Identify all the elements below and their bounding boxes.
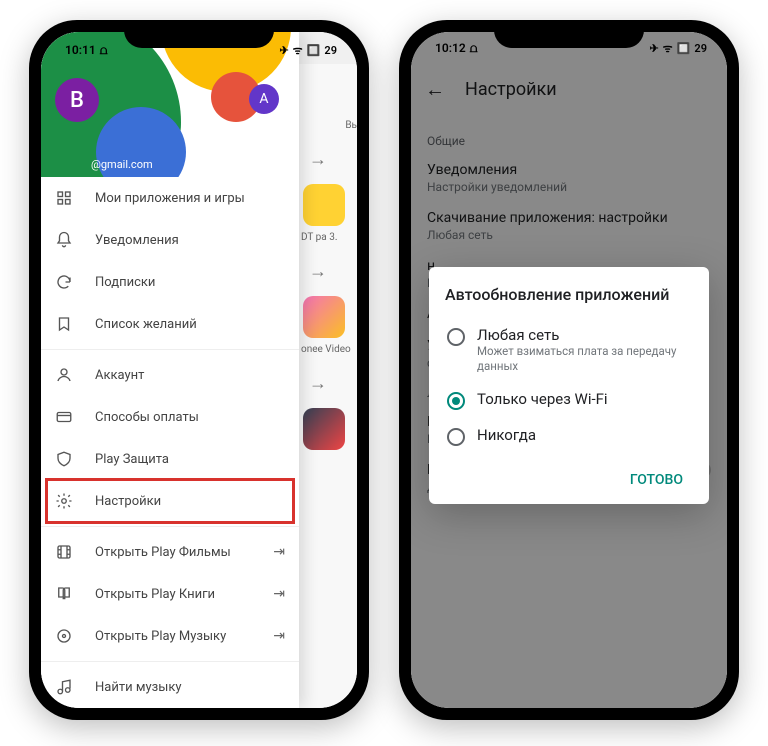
drawer-item-label: Play Защита <box>95 452 285 467</box>
status-time: 10:11 ⩍ <box>65 43 108 58</box>
radio-label: Только через Wi-Fi <box>477 390 608 408</box>
airplane-icon: ✈ <box>279 44 288 57</box>
open-external-icon: ⇥ <box>273 544 285 560</box>
wifi-icon: ᯤ <box>293 43 303 58</box>
dialog-title: Автообновление приложений <box>445 285 693 304</box>
drawer-item-notifications[interactable]: Уведомления <box>41 219 299 261</box>
notch <box>494 20 644 48</box>
status-bell-icon: ⩍ <box>100 43 108 58</box>
drawer-item-label: Аккаунт <box>95 368 285 383</box>
status-time-text: 10:11 <box>65 43 96 57</box>
radio-sublabel: Может взиматься плата за передачу данных <box>477 344 691 374</box>
grid-icon <box>55 189 73 207</box>
drawer-item-label: Способы оплаты <box>95 410 285 425</box>
account-email: @gmail.com <box>91 158 153 171</box>
avatar-primary[interactable]: B <box>55 78 99 122</box>
drawer-item-label: Открыть Play Фильмы <box>95 545 251 560</box>
status-time: 10:12 ⩍ <box>435 41 478 56</box>
play-store-peek: Вь → DT pa 3. → onee Video → <box>297 64 357 708</box>
app-tile[interactable] <box>303 296 345 338</box>
radio-option-wifi[interactable]: Только через Wi-Fi <box>445 382 693 418</box>
drawer-list: Мои приложения и игры Уведомления Подпис… <box>41 177 299 708</box>
drawer-item-label: Список желаний <box>95 317 285 332</box>
status-indicators: ✈ ᯤ 🔲 29 <box>279 43 337 58</box>
open-external-icon: ⇥ <box>273 586 285 602</box>
radio-icon <box>447 328 465 346</box>
drawer-item-label: Открыть Play Музыку <box>95 629 251 644</box>
avatar-secondary[interactable]: A <box>249 84 279 114</box>
gear-icon <box>55 492 73 510</box>
radio-label: Любая сеть <box>477 326 691 344</box>
drawer-item-settings[interactable]: Настройки <box>41 480 299 522</box>
radio-label: Никогда <box>477 426 536 444</box>
phone-right: 10:12 ⩍ ✈ ᯤ 🔲 29 ← Настройки Общие Уведо… <box>399 20 739 720</box>
done-button[interactable]: ГОТОВО <box>620 464 693 496</box>
chevron-right-icon: → <box>309 149 357 170</box>
dialog-actions: ГОТОВО <box>445 464 693 496</box>
music-disc-icon <box>55 627 73 645</box>
drawer-item-subscriptions[interactable]: Подписки <box>41 261 299 303</box>
notch <box>124 20 274 48</box>
film-icon <box>55 543 73 561</box>
chevron-right-icon: → <box>309 261 357 282</box>
peek-dt-label: DT pa 3. <box>301 232 357 243</box>
battery-icon: 🔲 <box>307 44 321 57</box>
battery-text: 29 <box>694 42 707 55</box>
battery-text: 29 <box>324 44 337 57</box>
drawer-item-protect[interactable]: Play Защита <box>41 438 299 480</box>
book-icon <box>55 585 73 603</box>
drawer-item-apps[interactable]: Мои приложения и игры <box>41 177 299 219</box>
drawer-item-open-books[interactable]: Открыть Play Книги ⇥ <box>41 573 299 615</box>
chevron-right-icon: → <box>309 373 357 394</box>
drawer-item-payment[interactable]: Способы оплаты <box>41 396 299 438</box>
status-time-text: 10:12 <box>435 41 466 55</box>
drawer-item-find-music[interactable]: Найти музыку <box>41 666 299 708</box>
wifi-icon: ᯤ <box>663 41 673 56</box>
divider <box>41 526 299 527</box>
refresh-icon <box>55 273 73 291</box>
radio-option-any[interactable]: Любая сеть Может взиматься плата за пере… <box>445 318 693 382</box>
drawer-item-label: Найти музыку <box>95 680 285 695</box>
radio-option-never[interactable]: Никогда <box>445 418 693 454</box>
status-bell-icon: ⩍ <box>470 41 478 56</box>
battery-icon: 🔲 <box>677 42 691 55</box>
autoupdate-dialog: Автообновление приложений Любая сеть Мож… <box>429 267 709 504</box>
divider <box>41 661 299 662</box>
drawer-item-label: Мои приложения и игры <box>95 191 285 206</box>
shield-icon <box>55 450 73 468</box>
drawer-item-label: Настройки <box>95 494 285 509</box>
radio-icon-selected <box>447 392 465 410</box>
chevron-down-icon: ▾ <box>277 158 283 171</box>
screen-right: 10:12 ⩍ ✈ ᯤ 🔲 29 ← Настройки Общие Уведо… <box>411 32 727 708</box>
drawer-item-wishlist[interactable]: Список желаний <box>41 303 299 345</box>
peek-search-label: Вь <box>301 120 357 131</box>
card-icon <box>55 408 73 426</box>
airplane-icon: ✈ <box>649 42 658 55</box>
status-indicators: ✈ ᯤ 🔲 29 <box>649 41 707 56</box>
drawer-item-label: Открыть Play Книги <box>95 587 251 602</box>
open-external-icon: ⇥ <box>273 628 285 644</box>
drawer-item-open-movies[interactable]: Открыть Play Фильмы ⇥ <box>41 531 299 573</box>
drawer-item-label: Уведомления <box>95 233 285 248</box>
app-tile[interactable] <box>303 184 345 226</box>
phone-left: 10:11 ⩍ ✈ ᯤ 🔲 29 Вь → DT pa 3. → onee Vi… <box>29 20 369 720</box>
app-tile[interactable] <box>303 408 345 450</box>
bookmark-icon <box>55 315 73 333</box>
account-email-row[interactable]: @gmail.com ▾ <box>41 158 299 171</box>
screen-left: 10:11 ⩍ ✈ ᯤ 🔲 29 Вь → DT pa 3. → onee Vi… <box>41 32 357 708</box>
divider <box>41 349 299 350</box>
bell-icon <box>55 231 73 249</box>
navigation-drawer: B A @gmail.com ▾ Мои приложения и игры У… <box>41 32 299 708</box>
peek-onee-label: onee Video <box>301 344 357 355</box>
drawer-item-open-music[interactable]: Открыть Play Музыку ⇥ <box>41 615 299 657</box>
drawer-item-account[interactable]: Аккаунт <box>41 354 299 396</box>
radio-icon <box>447 428 465 446</box>
music-note-icon <box>55 678 73 696</box>
person-icon <box>55 366 73 384</box>
drawer-item-label: Подписки <box>95 275 285 290</box>
